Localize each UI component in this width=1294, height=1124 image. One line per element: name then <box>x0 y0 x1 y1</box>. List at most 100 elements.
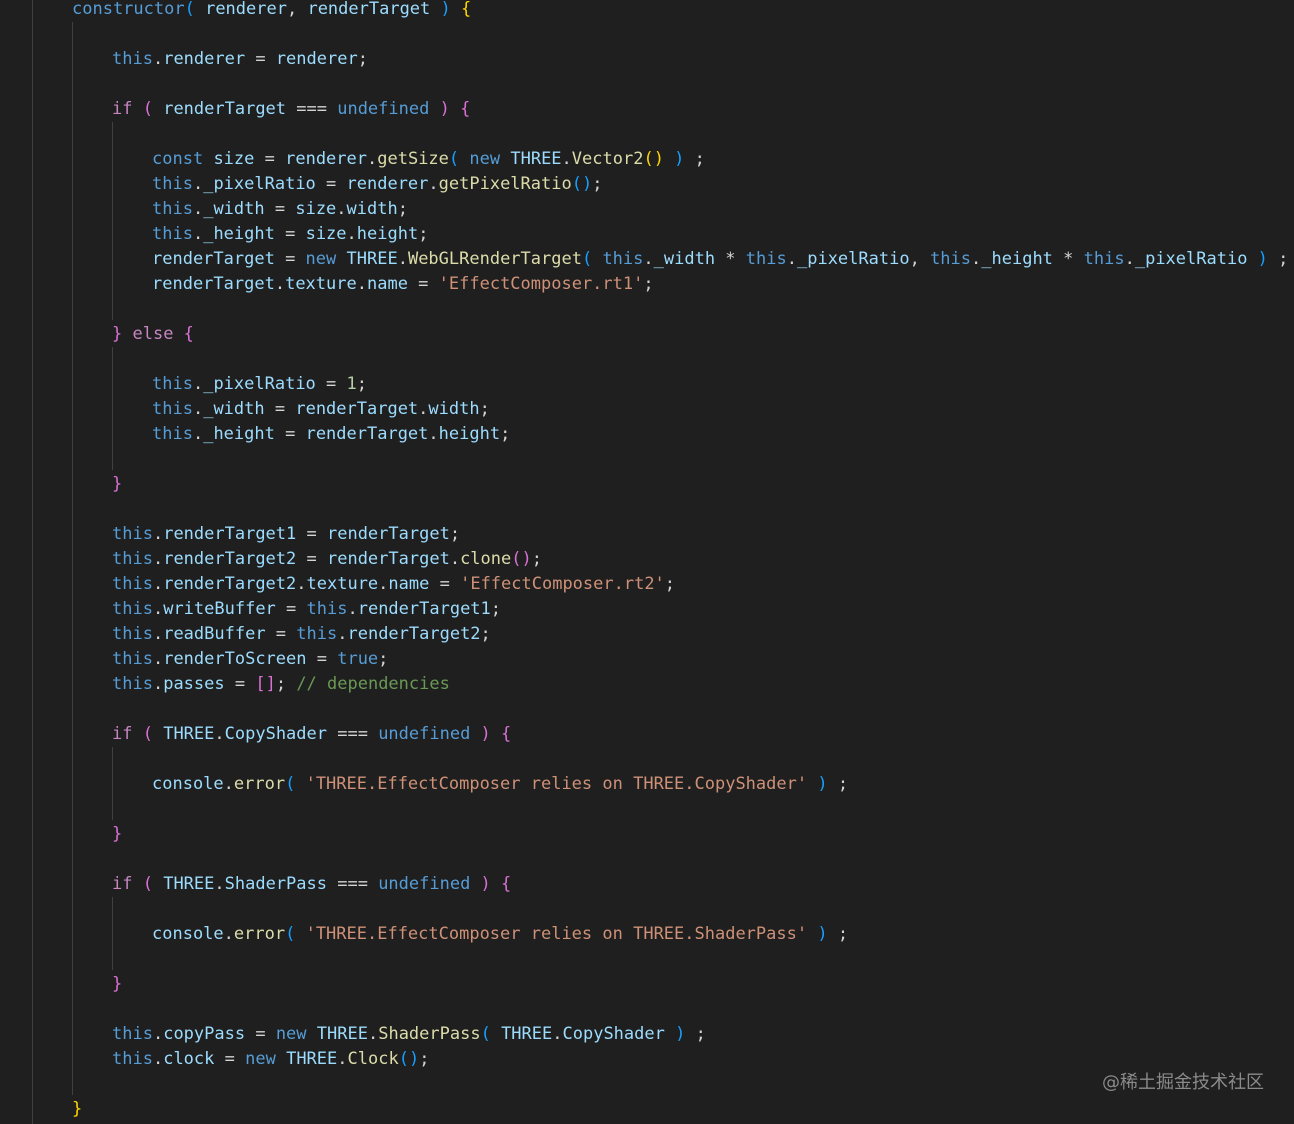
code-editor[interactable]: constructor( renderer, renderTarget ) { t… <box>0 0 1294 1124</box>
code-token: { <box>501 724 512 744</box>
code-line[interactable]: renderTarget = new THREE.WebGLRenderTarg… <box>152 247 1288 272</box>
code-token: THREE <box>501 1024 553 1044</box>
code-line[interactable]: const size = renderer.getSize( new THREE… <box>152 147 705 172</box>
code-line[interactable]: } <box>112 472 122 497</box>
code-token: = <box>264 399 296 419</box>
code-line[interactable]: } <box>112 822 122 847</box>
code-token: . <box>152 1049 164 1069</box>
code-token: readBuffer <box>163 624 266 644</box>
code-line[interactable]: console.error( 'THREE.EffectComposer rel… <box>152 772 848 797</box>
code-token: getSize <box>377 149 449 169</box>
code-token: this <box>112 1024 153 1044</box>
code-token: ; <box>419 1049 430 1069</box>
code-line[interactable]: if ( THREE.ShaderPass === undefined ) { <box>112 872 511 897</box>
code-token: renderTarget <box>326 524 450 544</box>
code-token: . <box>397 249 408 269</box>
code-token: === <box>286 99 338 119</box>
code-line[interactable]: this._pixelRatio = 1; <box>152 372 367 397</box>
code-token: = <box>224 674 256 694</box>
code-token: * <box>1052 249 1084 269</box>
code-line[interactable]: } else { <box>112 322 194 347</box>
code-line[interactable]: if ( THREE.CopyShader === undefined ) { <box>112 722 511 747</box>
code-token: _height <box>203 424 275 444</box>
code-line[interactable]: this._pixelRatio = renderer.getPixelRati… <box>152 172 602 197</box>
code-token: ) <box>663 149 695 169</box>
code-token: size <box>305 224 347 244</box>
code-token: = <box>274 424 306 444</box>
code-line[interactable]: this.passes = []; // dependencies <box>112 672 450 697</box>
code-token: = <box>275 599 307 619</box>
code-line[interactable]: this.clock = new THREE.Clock(); <box>112 1047 429 1072</box>
code-token: this <box>152 224 193 244</box>
code-line[interactable]: this._height = renderTarget.height; <box>152 422 510 447</box>
code-token: } <box>112 324 123 344</box>
code-token: ) <box>470 724 502 744</box>
code-token: ) <box>664 1024 696 1044</box>
code-line[interactable]: } <box>112 972 122 997</box>
code-line[interactable]: this.copyPass = new THREE.ShaderPass( TH… <box>112 1022 706 1047</box>
code-token: ; <box>592 174 603 194</box>
code-token: } <box>112 974 123 994</box>
code-token: = <box>429 574 461 594</box>
code-line[interactable]: this.renderTarget1 = renderTarget; <box>112 522 460 547</box>
code-token: THREE <box>510 149 562 169</box>
code-token: . <box>971 249 982 269</box>
code-token: renderer <box>275 49 358 69</box>
code-line[interactable]: renderTarget.texture.name = 'EffectCompo… <box>152 272 654 297</box>
code-token: renderTarget <box>326 549 450 569</box>
code-token: ; <box>837 774 849 794</box>
code-token: ) <box>1247 249 1279 269</box>
code-token: = <box>315 374 347 394</box>
code-token: passes <box>163 674 225 694</box>
code-line[interactable]: console.error( 'THREE.EffectComposer rel… <box>152 922 848 947</box>
code-token: ) <box>470 874 502 894</box>
code-token: width <box>428 399 480 419</box>
code-token: error <box>233 774 286 794</box>
code-line[interactable]: if ( renderTarget === undefined ) { <box>112 97 470 122</box>
code-token: size <box>295 199 337 219</box>
code-token: ) <box>429 99 461 119</box>
code-token: this <box>745 249 787 269</box>
code-token: undefined <box>378 874 471 894</box>
code-token: renderTarget2 <box>163 574 297 594</box>
code-line[interactable]: constructor( renderer, renderTarget ) { <box>72 0 471 22</box>
code-token: ( <box>581 249 603 269</box>
code-token: . <box>378 574 389 594</box>
code-line[interactable]: this.renderToScreen = true; <box>112 647 388 672</box>
code-token: = <box>296 549 327 569</box>
code-token: renderer <box>285 149 367 169</box>
code-token: ; <box>356 374 368 394</box>
code-token: _width <box>203 399 265 419</box>
code-token: . <box>296 574 307 594</box>
code-line[interactable]: this.renderTarget2.texture.name = 'Effec… <box>112 572 675 597</box>
code-token: ; <box>479 399 490 419</box>
code-token: name <box>388 574 430 594</box>
code-line[interactable]: this.renderTarget2 = renderTarget.clone(… <box>112 547 542 572</box>
code-token: renderTarget2 <box>347 624 481 644</box>
code-token: this <box>112 524 153 544</box>
code-token: this <box>112 1049 153 1069</box>
code-token: ( <box>285 774 306 794</box>
code-line[interactable]: this.writeBuffer = this.renderTarget1; <box>112 597 501 622</box>
code-line[interactable]: this._width = renderTarget.width; <box>152 397 490 422</box>
code-line[interactable]: this.renderer = renderer; <box>112 47 368 72</box>
code-line[interactable]: this._height = size.height; <box>152 222 428 247</box>
code-token: 'EffectComposer.rt1' <box>438 274 644 294</box>
code-token: = <box>265 624 297 644</box>
code-token: _pixelRatio <box>203 374 316 394</box>
code-token: () <box>511 549 532 569</box>
code-token: copyPass <box>163 1024 246 1044</box>
code-token: this <box>112 574 153 594</box>
code-token: . <box>152 624 164 644</box>
code-line[interactable]: } <box>72 1097 82 1122</box>
code-token: . <box>274 274 286 294</box>
code-token: THREE <box>163 724 215 744</box>
code-token: . <box>152 599 164 619</box>
code-line[interactable]: this._width = size.width; <box>152 197 408 222</box>
code-line[interactable]: this.readBuffer = this.renderTarget2; <box>112 622 491 647</box>
code-token: = <box>306 649 338 669</box>
code-token: ; <box>837 924 849 944</box>
code-token: _width <box>203 199 265 219</box>
code-token: = <box>264 199 296 219</box>
